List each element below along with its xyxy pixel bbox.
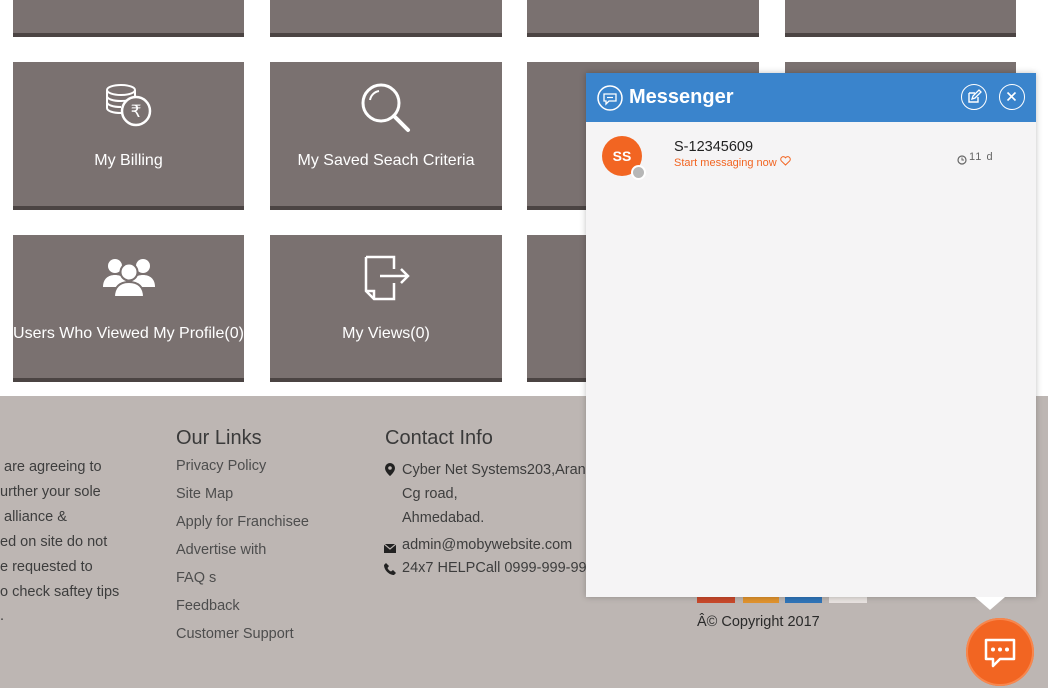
billing-coins-icon: ₹	[101, 80, 157, 137]
about-line: alliance &	[4, 509, 67, 525]
contact-heading: Contact Info	[385, 427, 493, 449]
address-line: Cyber Net Systems203,Aran	[402, 462, 586, 478]
footer-link-sitemap[interactable]: Site Map	[176, 486, 233, 502]
contact-subtitle: Start messaging now	[674, 157, 777, 169]
footer-link-faq[interactable]: FAQ s	[176, 570, 216, 586]
messenger-title: Messenger	[629, 86, 734, 108]
tile-label-saved-search: My Saved Seach Criteria	[297, 152, 475, 169]
clock-icon	[957, 152, 967, 170]
svg-text:₹: ₹	[130, 102, 141, 122]
tile-label-my-views: My Views(0)	[342, 325, 430, 342]
tile-top-2[interactable]	[270, 0, 502, 37]
about-line: ed on site do not	[0, 534, 108, 550]
about-line: e requested to	[0, 559, 93, 575]
messenger-panel: Messenger SS S-12345609 Start messaging …	[586, 73, 1036, 597]
footer-link-franchisee[interactable]: Apply for Franchisee	[176, 514, 309, 530]
envelope-icon	[383, 540, 397, 558]
footer-link-feedback[interactable]: Feedback	[176, 598, 240, 614]
payment-card-icon	[785, 597, 822, 603]
tile-label-my-billing: My Billing	[94, 152, 163, 169]
copyright: Â© Copyright 2017	[697, 614, 820, 630]
chat-bubble-icon	[984, 638, 1016, 668]
payment-card-icon	[697, 597, 735, 603]
tile-top-4[interactable]	[785, 0, 1016, 37]
conversation-item[interactable]: SS S-12345609 Start messaging now 11 d	[586, 122, 1036, 190]
conversation-time: 11 d	[969, 151, 994, 163]
tile-top-1[interactable]	[13, 0, 244, 37]
tile-top-3[interactable]	[527, 0, 759, 37]
presence-indicator	[631, 165, 646, 180]
location-pin-icon	[385, 463, 395, 481]
payment-card-icon	[743, 597, 779, 603]
users-group-icon	[101, 253, 157, 306]
tile-label-users-viewed: Users Who Viewed My Profile(0)	[13, 325, 244, 342]
about-line: urther your sole	[0, 484, 101, 500]
about-line: o check saftey tips	[0, 584, 120, 600]
footer-link-advertise[interactable]: Advertise with	[176, 542, 266, 558]
payment-card-icon	[829, 597, 867, 603]
contact-email[interactable]: admin@mobywebsite.com	[402, 537, 572, 553]
our-links-heading: Our Links	[176, 427, 262, 449]
magnifier-icon	[358, 80, 414, 141]
contact-helpline: 24x7 HELPCall 0999-999-99	[402, 560, 587, 576]
phone-icon	[384, 562, 396, 580]
messenger-header: Messenger	[586, 73, 1036, 122]
heart-icon	[780, 156, 791, 169]
close-icon	[1006, 91, 1017, 102]
footer-link-support[interactable]: Customer Support	[176, 626, 294, 642]
messenger-pointer	[975, 597, 1005, 610]
close-button[interactable]	[999, 84, 1025, 110]
address-line: Ahmedabad.	[402, 510, 485, 526]
compose-button[interactable]	[961, 84, 987, 110]
address-line: Cg road,	[402, 486, 458, 502]
tile-saved-search[interactable]: My Saved Seach Criteria	[270, 62, 502, 210]
about-line: .	[0, 608, 5, 624]
tile-users-viewed-profile[interactable]: Users Who Viewed My Profile(0)	[13, 235, 244, 382]
page-export-icon	[358, 253, 414, 308]
footer-link-privacy[interactable]: Privacy Policy	[176, 458, 266, 474]
chat-launcher-button[interactable]	[966, 618, 1034, 686]
about-line: are agreeing to	[4, 459, 102, 475]
tile-my-billing[interactable]: ₹ My Billing	[13, 62, 244, 210]
edit-icon	[968, 89, 982, 103]
contact-name: S-12345609	[674, 139, 754, 155]
tile-my-views[interactable]: My Views(0)	[270, 235, 502, 382]
chat-bubble-icon	[597, 85, 623, 116]
